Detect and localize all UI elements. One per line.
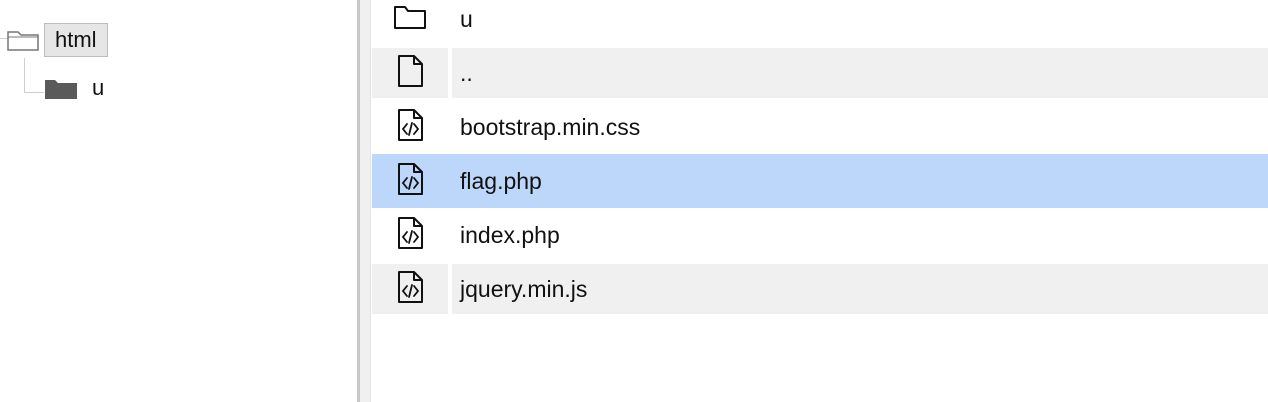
file-name: flag.php	[448, 154, 1268, 208]
file-name: ..	[452, 48, 1268, 98]
tree-node-u[interactable]: u	[44, 70, 104, 106]
code-file-icon	[395, 162, 425, 201]
file-row-flag[interactable]: flag.php	[372, 154, 1268, 208]
icon-cell	[372, 264, 448, 314]
tree-connector	[24, 92, 44, 93]
folder-icon	[393, 3, 427, 36]
icon-cell	[372, 102, 448, 152]
file-row-jquery[interactable]: jquery.min.js	[372, 264, 1268, 314]
file-row-u[interactable]: u	[372, 0, 1268, 44]
code-file-icon	[395, 108, 425, 147]
file-name: index.php	[460, 222, 560, 248]
tree-node-label[interactable]: html	[44, 23, 108, 57]
file-row-index[interactable]: index.php	[372, 210, 1268, 260]
code-file-icon	[395, 216, 425, 255]
folder-closed-icon	[44, 76, 78, 100]
file-manager: html u u .. bootstrap.min.css flag.php i…	[0, 0, 1268, 402]
folder-open-icon	[6, 28, 40, 52]
icon-cell	[372, 0, 448, 44]
icon-cell	[372, 48, 448, 98]
folder-tree: html u	[0, 0, 357, 402]
code-file-icon	[395, 270, 425, 309]
tree-node-html[interactable]: html	[6, 22, 108, 58]
icon-cell	[372, 154, 448, 208]
file-list: u .. bootstrap.min.css flag.php index.ph…	[372, 0, 1268, 402]
icon-cell	[372, 210, 448, 260]
tree-connector	[24, 58, 25, 92]
panel-splitter[interactable]	[357, 0, 371, 402]
file-name: bootstrap.min.css	[460, 114, 641, 140]
file-row-bootstrap[interactable]: bootstrap.min.css	[372, 102, 1268, 152]
tree-node-label[interactable]: u	[92, 76, 104, 100]
file-icon	[395, 54, 425, 93]
file-name: u	[460, 6, 473, 32]
file-name: jquery.min.js	[452, 264, 1268, 314]
file-row-parent[interactable]: ..	[372, 48, 1268, 98]
